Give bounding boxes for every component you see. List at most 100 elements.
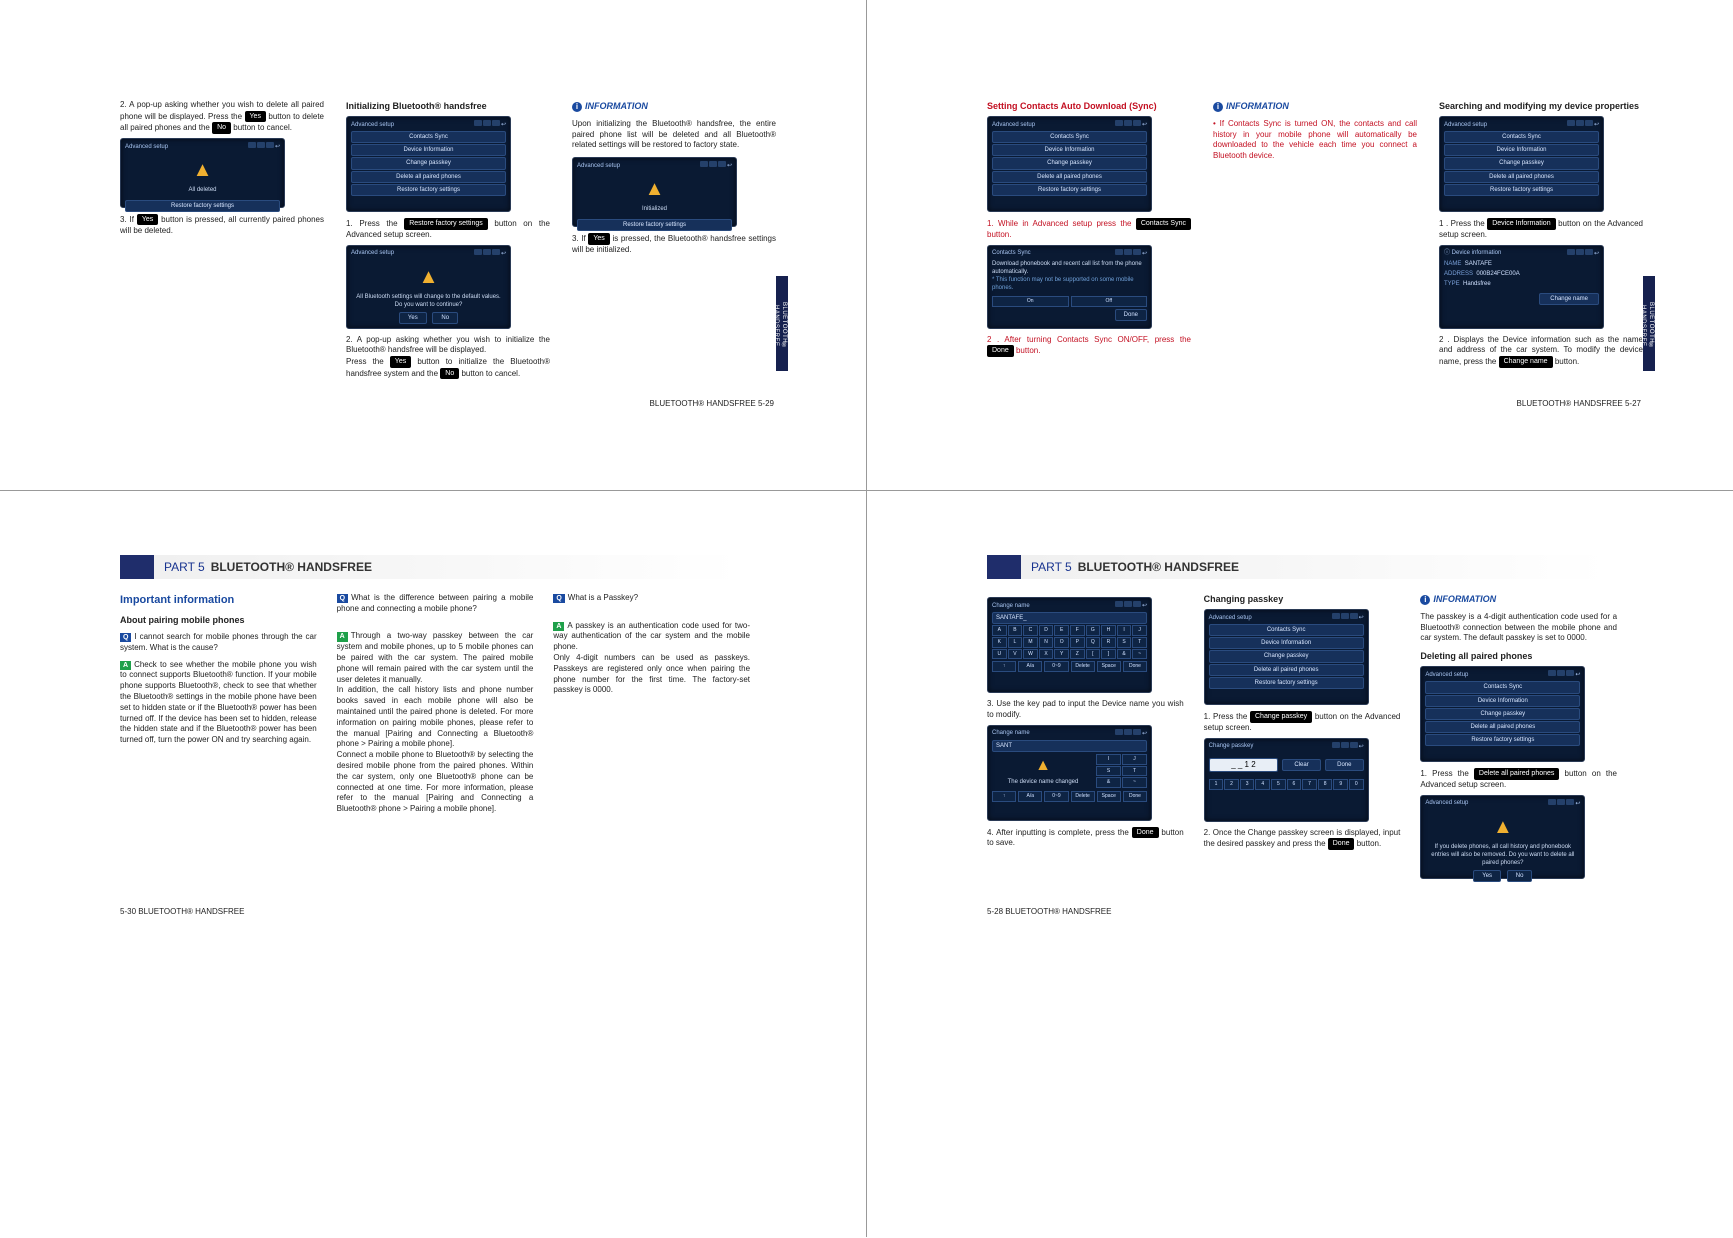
change-name-button: Change name bbox=[1499, 356, 1553, 367]
label: ADDRESS bbox=[1444, 271, 1473, 277]
qa-block: QI cannot search for mobile phones throu… bbox=[120, 632, 317, 654]
warning-icon: ▲ bbox=[125, 157, 280, 184]
step-1: 1. Press the Restore factory settings bu… bbox=[346, 218, 550, 240]
back-icon: ↩ bbox=[1575, 671, 1580, 677]
menu-item: Contacts Sync bbox=[351, 131, 506, 143]
qa-block: ACheck to see whether the mobile phone y… bbox=[120, 660, 317, 746]
menu-item: Delete all paired phones bbox=[1444, 171, 1599, 183]
menu-item: Change passkey bbox=[1444, 157, 1599, 169]
answer: A passkey is an authentication code used… bbox=[553, 621, 750, 695]
col-1: Setting Contacts Auto Download (Sync) Ad… bbox=[987, 100, 1191, 372]
off-button: Off bbox=[1071, 296, 1148, 307]
text: 1. Press the bbox=[346, 219, 404, 228]
col-1: Change name↩ SANTAFE_ ABCDEFGHIJ KLMNOPQ… bbox=[987, 593, 1184, 885]
done-button: Done bbox=[1132, 827, 1159, 838]
device-msg: All deleted bbox=[125, 186, 280, 194]
back-icon: ↩ bbox=[275, 143, 280, 149]
qa-block: QWhat is the difference between pairing … bbox=[337, 593, 534, 615]
menu-item: Delete all paired phones bbox=[1425, 721, 1580, 733]
step-1: 1 . Press the Device Information button … bbox=[1439, 218, 1643, 240]
info-icon: i bbox=[572, 102, 582, 112]
col-2: Changing passkey Advanced setup ↩ Contact… bbox=[1204, 593, 1401, 885]
step-2: 2 . Displays the Device information such… bbox=[1439, 335, 1643, 368]
page-5-30: PART 5BLUETOOTH® HANDSFREE Important inf… bbox=[0, 491, 866, 1238]
on-button: On bbox=[992, 296, 1069, 307]
step-1: 1. While in Advanced setup press the Con… bbox=[987, 218, 1191, 240]
yes-button: Yes bbox=[390, 356, 411, 367]
label: TYPE bbox=[1444, 281, 1460, 287]
text: button to cancel. bbox=[233, 123, 292, 132]
info-heading: INFORMATION bbox=[1433, 594, 1496, 604]
restore-button: Restore factory settings bbox=[404, 218, 488, 229]
page-footer: 5-30 BLUETOOTH® HANDSFREE bbox=[120, 907, 244, 918]
text: button. bbox=[1016, 346, 1040, 355]
info-icon: i bbox=[1420, 595, 1430, 605]
clear-button: Clear bbox=[1282, 759, 1321, 771]
device-screenshot: Advanced setup↩ Contacts Sync Device Inf… bbox=[1420, 666, 1585, 762]
menu-item: Restore factory settings bbox=[992, 184, 1147, 196]
device-title: Device information bbox=[1452, 250, 1502, 256]
device-title: Advanced setup bbox=[1425, 671, 1468, 679]
menu-item: Contacts Sync bbox=[992, 131, 1147, 143]
text: 2 . After turning Contacts Sync ON/OFF, … bbox=[987, 335, 1191, 344]
yes-button: Yes bbox=[245, 111, 266, 122]
step-1: 1. Press the Change passkey button on th… bbox=[1204, 711, 1401, 733]
menu-item: Contacts Sync bbox=[1425, 681, 1580, 693]
device-title: Advanced setup bbox=[1209, 614, 1252, 622]
text: button. bbox=[1357, 839, 1381, 848]
text: Press the bbox=[346, 357, 390, 366]
device-title: Change name bbox=[992, 729, 1030, 737]
back-icon: ↩ bbox=[1142, 602, 1147, 608]
back-icon: ↩ bbox=[1359, 743, 1364, 749]
device-screenshot: Contacts Sync↩ Download phonebook and re… bbox=[987, 245, 1152, 329]
col-3: QWhat is a Passkey? AA passkey is an aut… bbox=[553, 593, 750, 821]
back-icon: ↩ bbox=[1142, 121, 1147, 127]
page-footer: BLUETOOTH® HANDSFREE 5-29 bbox=[650, 399, 774, 410]
side-tab: BLUETOOTH® HANDSFREE bbox=[776, 276, 788, 371]
heading: Changing passkey bbox=[1204, 593, 1401, 605]
text: If Contacts Sync is turned ON, the conta… bbox=[1213, 119, 1417, 160]
back-icon: ↩ bbox=[1142, 730, 1147, 736]
warning-icon: ▲ bbox=[351, 264, 506, 291]
menu-item: Restore factory settings bbox=[1209, 677, 1364, 689]
device-title: Change passkey bbox=[1209, 742, 1254, 750]
back-icon: ↩ bbox=[501, 250, 506, 256]
back-icon: ↩ bbox=[1594, 121, 1599, 127]
menu-item: Change passkey bbox=[1425, 708, 1580, 720]
info-text: Upon initializing the Bluetooth® handsfr… bbox=[572, 119, 776, 151]
device-title: Advanced setup bbox=[1425, 799, 1468, 807]
q-icon: Q bbox=[337, 594, 348, 603]
device-screenshot: Advanced setup↩ ▲ All deleted Restore fa… bbox=[120, 138, 285, 208]
part-label: PART 5 bbox=[1031, 560, 1072, 574]
menu-item: Device Information bbox=[1444, 144, 1599, 156]
question: I cannot search for mobile phones throug… bbox=[120, 632, 317, 652]
device-screenshot-keyboard: Change name↩ SANT ▲ The device name chan… bbox=[987, 725, 1152, 821]
done-button: Done bbox=[987, 345, 1014, 356]
menu-item: Contacts Sync bbox=[1209, 624, 1364, 636]
step-3: 3. If Yes button is pressed, all current… bbox=[120, 214, 324, 236]
answer: Through a two-way passkey between the ca… bbox=[337, 631, 534, 813]
contacts-sync-button: Contacts Sync bbox=[1136, 218, 1191, 229]
section-title: BLUETOOTH® HANDSFREE bbox=[1078, 560, 1239, 574]
device-buttons: Yes No bbox=[351, 312, 506, 324]
heading: Initializing Bluetooth® handsfree bbox=[346, 100, 550, 112]
info-heading: INFORMATION bbox=[585, 101, 648, 111]
back-icon: ↩ bbox=[501, 121, 506, 127]
menu-item: Restore factory settings bbox=[1444, 184, 1599, 196]
step-3: 3. If Yes is pressed, the Bluetooth® han… bbox=[572, 233, 776, 255]
step-2: 2. Once the Change passkey screen is dis… bbox=[1204, 828, 1401, 850]
value: SANTAFE bbox=[1465, 261, 1492, 267]
question: What is a Passkey? bbox=[568, 593, 638, 602]
heading: Searching and modifying my device proper… bbox=[1439, 100, 1643, 112]
col-2: Initializing Bluetooth® handsfree Advanc… bbox=[346, 100, 550, 383]
delete-all-button: Delete all paired phones bbox=[1474, 768, 1560, 779]
menu-item: Device Information bbox=[351, 144, 506, 156]
text: 1. While in Advanced setup press the bbox=[987, 219, 1136, 228]
text: 4. After inputting is complete, press th… bbox=[987, 827, 1132, 836]
warning-icon: ▲ bbox=[1425, 814, 1580, 841]
menu-item: Restore factory settings bbox=[351, 184, 506, 196]
menu-item: Contacts Sync bbox=[1444, 131, 1599, 143]
device-screenshot: Advanced setup↩ Contacts Sync Device Inf… bbox=[987, 116, 1152, 212]
kbrow: UVWXYZ[]&~ bbox=[992, 649, 1147, 660]
device-title: Advanced setup bbox=[992, 121, 1035, 129]
